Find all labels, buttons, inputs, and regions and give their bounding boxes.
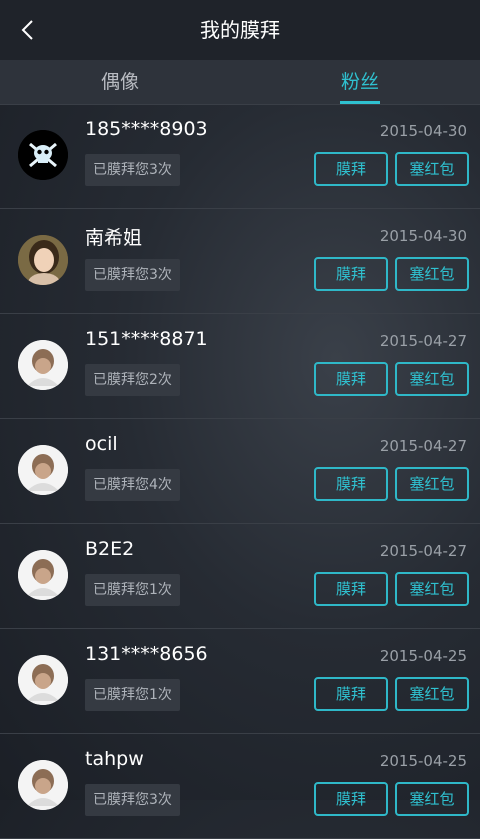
fan-name: 131****8656 — [85, 643, 208, 665]
worship-button[interactable]: 膜拜 — [314, 677, 388, 711]
tab-fans[interactable]: 粉丝 — [320, 60, 400, 104]
list-item[interactable]: 131****8656 2015-04-25 已膜拜您1次 膜拜 塞红包 — [0, 629, 480, 734]
header-bar: 我的膜拜 — [0, 0, 480, 60]
fan-date: 2015-04-25 — [379, 752, 467, 770]
tab-idol[interactable]: 偶像 — [80, 60, 160, 104]
avatar[interactable] — [18, 445, 68, 495]
worship-button[interactable]: 膜拜 — [314, 572, 388, 606]
red-packet-button[interactable]: 塞红包 — [395, 257, 469, 291]
fan-name: 185****8903 — [85, 118, 208, 140]
default-user-icon — [18, 760, 68, 810]
fan-date: 2015-04-27 — [379, 437, 467, 455]
worship-button[interactable]: 膜拜 — [314, 257, 388, 291]
default-user-icon — [18, 550, 68, 600]
back-button[interactable] — [14, 16, 40, 44]
red-packet-button[interactable]: 塞红包 — [395, 782, 469, 816]
worship-count-badge: 已膜拜您4次 — [85, 469, 180, 501]
worship-count-badge: 已膜拜您3次 — [85, 784, 180, 816]
list-item[interactable]: 185****8903 2015-04-30 已膜拜您3次 膜拜 塞红包 — [0, 104, 480, 209]
default-user-icon — [18, 340, 68, 390]
list-item[interactable]: ocil 2015-04-27 已膜拜您4次 膜拜 塞红包 — [0, 419, 480, 524]
fan-date: 2015-04-27 — [379, 332, 467, 350]
list-item[interactable]: tahpw 2015-04-25 已膜拜您3次 膜拜 塞红包 — [0, 734, 480, 839]
fan-name: tahpw — [85, 748, 144, 770]
list-item[interactable]: B2E2 2015-04-27 已膜拜您1次 膜拜 塞红包 — [0, 524, 480, 629]
red-packet-button[interactable]: 塞红包 — [395, 467, 469, 501]
worship-count-badge: 已膜拜您3次 — [85, 154, 180, 186]
user-photo-icon — [18, 235, 68, 285]
tab-bar: 偶像 粉丝 — [0, 60, 480, 105]
default-user-icon — [18, 445, 68, 495]
fan-name: 151****8871 — [85, 328, 208, 350]
avatar[interactable] — [18, 235, 68, 285]
page-title: 我的膜拜 — [200, 18, 280, 42]
back-chevron-icon — [21, 20, 33, 40]
worship-count-badge: 已膜拜您1次 — [85, 679, 180, 711]
avatar[interactable] — [18, 760, 68, 810]
red-packet-button[interactable]: 塞红包 — [395, 677, 469, 711]
fans-list: 185****8903 2015-04-30 已膜拜您3次 膜拜 塞红包 南希姐… — [0, 104, 480, 839]
red-packet-button[interactable]: 塞红包 — [395, 362, 469, 396]
fan-date: 2015-04-30 — [379, 122, 467, 140]
pirate-skull-icon — [18, 130, 68, 180]
avatar[interactable] — [18, 550, 68, 600]
worship-count-badge: 已膜拜您1次 — [85, 574, 180, 606]
red-packet-button[interactable]: 塞红包 — [395, 572, 469, 606]
list-item[interactable]: 南希姐 2015-04-30 已膜拜您3次 膜拜 塞红包 — [0, 209, 480, 314]
worship-button[interactable]: 膜拜 — [314, 152, 388, 186]
worship-count-badge: 已膜拜您3次 — [85, 259, 180, 291]
avatar[interactable] — [18, 340, 68, 390]
list-item[interactable]: 151****8871 2015-04-27 已膜拜您2次 膜拜 塞红包 — [0, 314, 480, 419]
fan-date: 2015-04-25 — [379, 647, 467, 665]
worship-button[interactable]: 膜拜 — [314, 467, 388, 501]
avatar[interactable] — [18, 130, 68, 180]
worship-button[interactable]: 膜拜 — [314, 782, 388, 816]
worship-count-badge: 已膜拜您2次 — [85, 364, 180, 396]
red-packet-button[interactable]: 塞红包 — [395, 152, 469, 186]
fan-name: ocil — [85, 433, 118, 455]
avatar[interactable] — [18, 655, 68, 705]
fan-date: 2015-04-30 — [379, 227, 467, 245]
worship-button[interactable]: 膜拜 — [314, 362, 388, 396]
fan-date: 2015-04-27 — [379, 542, 467, 560]
fan-name: B2E2 — [85, 538, 135, 560]
fan-name: 南希姐 — [85, 227, 143, 249]
default-user-icon — [18, 655, 68, 705]
